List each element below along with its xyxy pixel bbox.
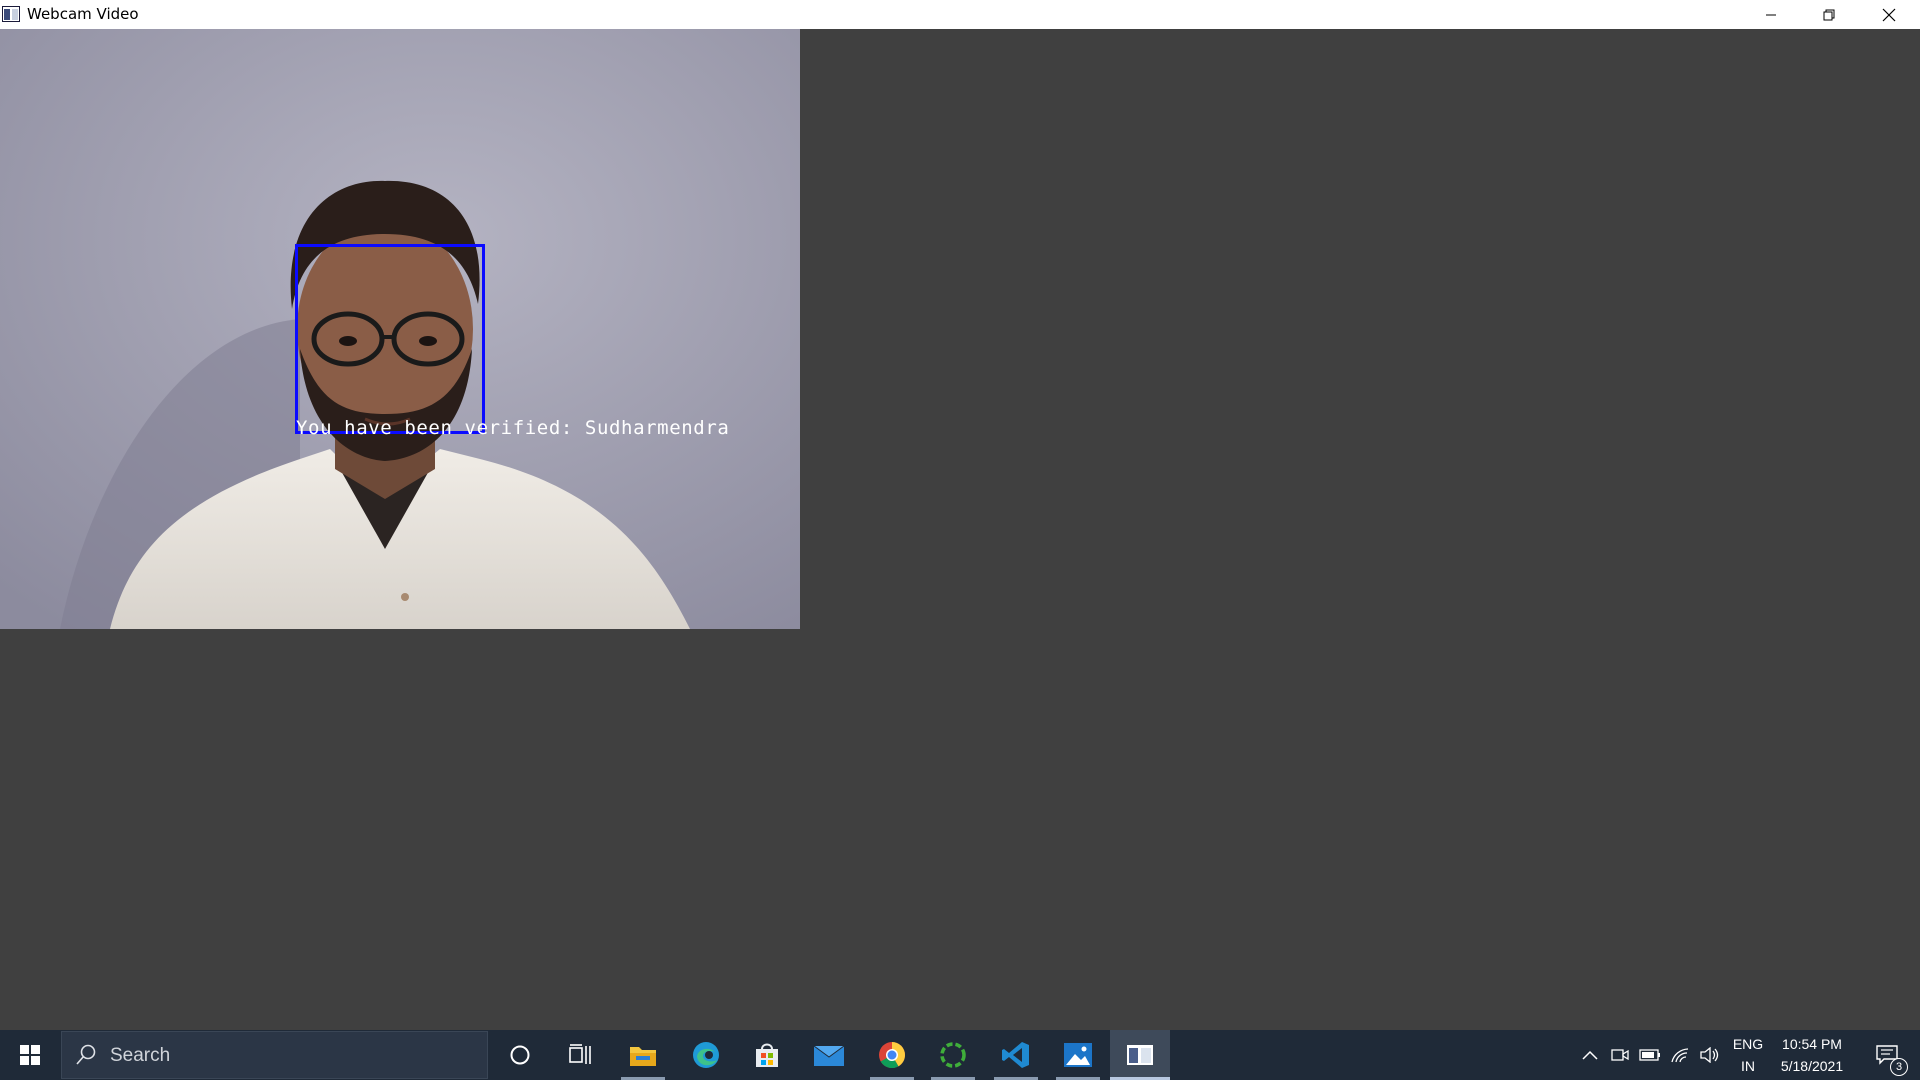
task-view-button[interactable]	[550, 1030, 610, 1080]
edge-button[interactable]	[676, 1030, 736, 1080]
chevron-up-icon	[1582, 1050, 1598, 1060]
chrome-button[interactable]	[862, 1030, 922, 1080]
wifi-icon	[1671, 1048, 1689, 1063]
taskbar-search-box[interactable]: Search	[61, 1031, 488, 1079]
window-titlebar[interactable]: Webcam Video	[0, 0, 1920, 29]
window-client-area: You have been verified: Sudharmendra	[0, 29, 1920, 1030]
clock-date: 5/18/2021	[1780, 1058, 1844, 1074]
microsoft-store-button[interactable]	[737, 1030, 797, 1080]
microsoft-store-icon	[756, 1043, 778, 1067]
camera-icon	[1611, 1049, 1629, 1061]
webcam-app-icon	[1127, 1045, 1153, 1065]
file-explorer-icon	[630, 1047, 656, 1066]
minimize-icon	[1766, 14, 1776, 15]
battery-tray-button[interactable]	[1637, 1030, 1663, 1080]
webcam-video-frame: You have been verified: Sudharmendra	[0, 29, 800, 629]
minimize-button[interactable]	[1742, 0, 1800, 29]
battery-icon	[1639, 1049, 1660, 1061]
windows-logo-icon	[20, 1045, 40, 1065]
camera-tray-button[interactable]	[1607, 1030, 1633, 1080]
notification-count-badge: 3	[1890, 1058, 1908, 1076]
task-view-icon	[569, 1044, 591, 1064]
language-code: ENG	[1732, 1036, 1764, 1052]
start-button[interactable]	[0, 1030, 60, 1080]
close-button[interactable]	[1858, 0, 1920, 29]
search-icon	[76, 1044, 96, 1065]
window-title: Webcam Video	[27, 5, 139, 23]
photos-icon	[1064, 1043, 1092, 1067]
chrome-icon	[879, 1042, 906, 1069]
mail-icon	[813, 1045, 845, 1066]
volume-tray-button[interactable]	[1697, 1030, 1723, 1080]
restore-button[interactable]	[1800, 0, 1858, 29]
search-placeholder: Search	[110, 1045, 171, 1066]
volume-icon	[1700, 1047, 1719, 1063]
restore-icon	[1823, 9, 1835, 20]
verification-overlay-text: You have been verified: Sudharmendra	[296, 417, 730, 439]
close-icon	[1882, 8, 1896, 21]
vscode-icon	[1002, 1042, 1029, 1068]
face-detection-box	[295, 244, 485, 434]
app-window-icon	[2, 6, 20, 22]
taskbar: Search ENG IN 10:54 PM 5/18/2021 3	[0, 1030, 1920, 1080]
loading-app-icon	[940, 1042, 966, 1068]
action-center-button[interactable]: 3	[1862, 1030, 1912, 1080]
clock-time: 10:54 PM	[1782, 1036, 1842, 1052]
region-code: IN	[1741, 1058, 1755, 1074]
vscode-button[interactable]	[986, 1030, 1046, 1080]
edge-icon	[693, 1042, 719, 1068]
photos-button[interactable]	[1048, 1030, 1108, 1080]
input-language-indicator[interactable]: ENG IN	[1728, 1033, 1768, 1077]
file-explorer-button[interactable]	[613, 1030, 673, 1080]
network-tray-button[interactable]	[1667, 1030, 1693, 1080]
show-hidden-icons-button[interactable]	[1578, 1030, 1602, 1080]
clock[interactable]: 10:54 PM 5/18/2021	[1770, 1033, 1854, 1077]
cortana-button[interactable]	[490, 1030, 550, 1080]
cortana-icon	[510, 1045, 530, 1065]
loading-app-button[interactable]	[923, 1030, 983, 1080]
mail-button[interactable]	[799, 1030, 859, 1080]
webcam-app-button[interactable]	[1110, 1030, 1170, 1080]
